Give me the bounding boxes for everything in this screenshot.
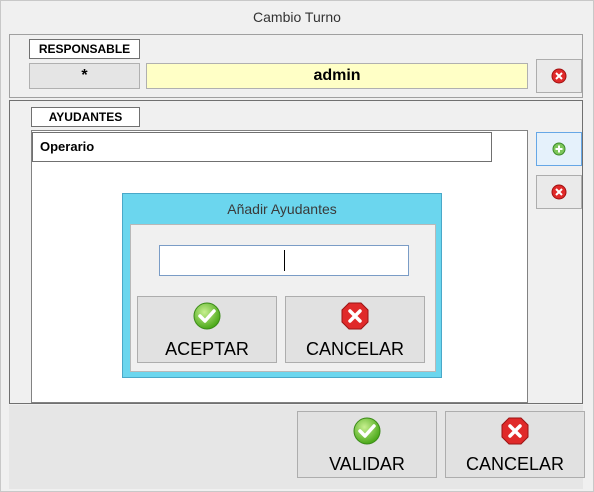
- remove-responsable-button[interactable]: [536, 59, 582, 93]
- delete-icon: [551, 184, 567, 200]
- responsable-name-field[interactable]: admin: [146, 63, 528, 89]
- cancel-dialog-button[interactable]: CANCELAR: [285, 296, 425, 363]
- validate-label: VALIDAR: [329, 454, 405, 474]
- ayudante-input[interactable]: [159, 245, 409, 276]
- cancel-dialog-label: CANCELAR: [305, 339, 405, 359]
- ayudantes-caption: AYUDANTES: [31, 107, 140, 127]
- add-icon: [552, 142, 566, 156]
- check-icon: [193, 302, 221, 330]
- cambio-turno-window: Cambio Turno RESPONSABLE * admin AYUDANT…: [0, 0, 594, 492]
- cancel-label: CANCELAR: [465, 454, 565, 474]
- responsable-code-field[interactable]: *: [29, 63, 140, 89]
- validate-button[interactable]: VALIDAR: [297, 411, 437, 478]
- anadir-ayudantes-dialog: Añadir Ayudantes ACEPTAR CANCELAR: [122, 193, 442, 378]
- text-caret: [284, 250, 285, 271]
- dialog-title: Añadir Ayudantes: [227, 201, 337, 217]
- cancel-icon: [501, 417, 529, 445]
- window-title: Cambio Turno: [1, 1, 593, 33]
- cancel-button[interactable]: CANCELAR: [445, 411, 585, 478]
- column-header-operario[interactable]: Operario: [32, 132, 492, 162]
- responsable-caption: RESPONSABLE: [29, 39, 140, 59]
- cancel-icon: [341, 302, 369, 330]
- check-icon: [353, 417, 381, 445]
- dialog-body: ACEPTAR CANCELAR: [130, 224, 436, 372]
- delete-icon: [551, 68, 567, 84]
- accept-label: ACEPTAR: [165, 339, 249, 359]
- remove-ayudante-button[interactable]: [536, 175, 582, 209]
- accept-button[interactable]: ACEPTAR: [137, 296, 277, 363]
- add-ayudante-button[interactable]: [536, 132, 582, 166]
